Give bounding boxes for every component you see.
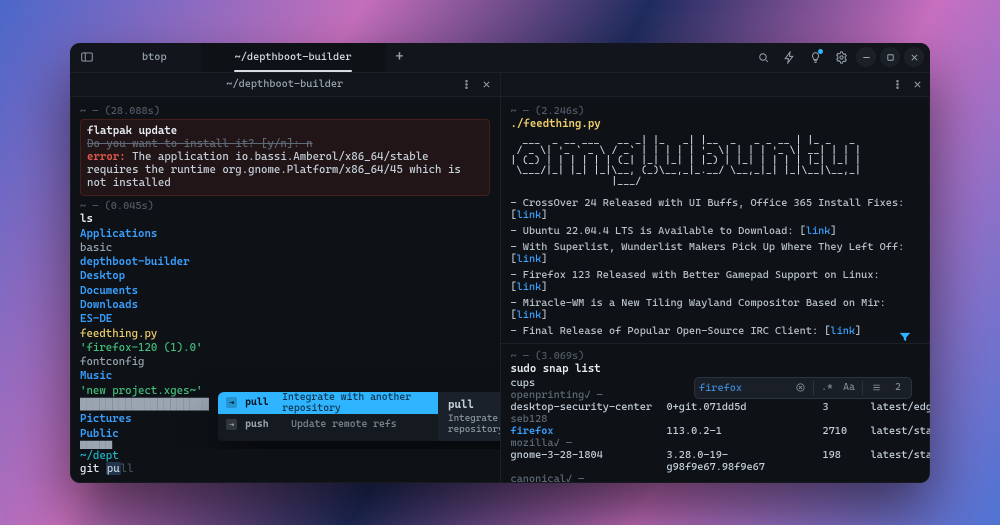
feed-line: - Ubuntu 22.04.4 LTS is Available to Dow… (511, 225, 921, 237)
command-text: ls (80, 212, 490, 225)
ls-entry: Downloads (80, 298, 490, 312)
filter-icon[interactable] (898, 330, 912, 347)
table-row: desktop-security-center0+git.071dd5d3lat… (511, 401, 921, 413)
divider (501, 343, 931, 344)
terminal-right[interactable]: ~ — (2.246s) ./feedthing.py ___ _ __ ___… (501, 97, 931, 483)
ls-entry: Desktop (80, 269, 490, 283)
table-row: gnome-3-28-18043.28.0-19-g98f9e67.98f9e6… (511, 449, 921, 473)
detail-title: pull (448, 398, 500, 411)
feed-link[interactable]: link (517, 209, 542, 221)
autocomplete-item[interactable]: ⇥pushUpdate remote refs (218, 414, 438, 436)
table-row: mozilla✓ — (511, 437, 921, 449)
ls-entry: feedthing.py (80, 327, 490, 341)
block-meta: ~ — (28.088s) (80, 105, 490, 117)
prompt-path: ~/dept (80, 449, 119, 462)
app-window: btop ~/depthboot-builder + ~/depthboot-b… (70, 43, 930, 483)
prompt-area[interactable]: ~/dept git pull (70, 449, 500, 483)
command-text: sudo snap list (511, 362, 921, 375)
ls-entry: ES-DE (80, 312, 490, 326)
terminal-left[interactable]: ~ — (28.088s) flatpak update Do you want… (70, 97, 500, 449)
feed-line: - CrossOver 24 Released with UI Buffs, O… (511, 197, 921, 221)
command-text: ./feedthing.py (511, 117, 921, 130)
autocomplete-popup: ⇥pullIntegrate with another repository⇥p… (218, 392, 500, 441)
block-meta: ~ — (2.246s) (511, 105, 921, 117)
tab-depthboot[interactable]: ~/depthboot-builder (201, 43, 386, 72)
pane-right: ~ — (2.246s) ./feedthing.py ___ _ __ ___… (501, 73, 931, 483)
case-toggle[interactable]: Aa (840, 379, 858, 397)
find-bar: .* Aa 2 (694, 377, 912, 399)
ls-entry: fontconfig (80, 355, 490, 369)
prompt-line: ~/dept (80, 449, 490, 462)
feed-link[interactable]: link (517, 309, 542, 321)
autocomplete-detail: pull Integrate with another repository (438, 392, 500, 441)
ascii-banner: ___ _ __ ___ __ _| |_ _| |__ _ _ _ __ | … (511, 136, 921, 187)
prompt-input-line[interactable]: git pull (80, 462, 490, 475)
tab-label: btop (142, 51, 167, 63)
lines-icon[interactable] (867, 379, 885, 397)
tab-btop[interactable]: btop (108, 43, 201, 72)
feed-link[interactable]: link (517, 253, 542, 265)
output-line: Do you want to install it? [y/n]: n (87, 137, 483, 150)
error-label: error: (87, 150, 126, 163)
regex-toggle[interactable]: .* (818, 379, 836, 397)
sidebar-toggle-icon[interactable] (76, 46, 98, 68)
block-meta: ~ — (3.069s) (511, 350, 921, 362)
pane-tabbar: ~/depthboot-builder (70, 73, 500, 97)
feed-line: - Miracle-WM is a New Tiling Wayland Com… (511, 297, 921, 321)
kebab-menu-icon[interactable] (888, 75, 906, 93)
command-text: flatpak update (87, 124, 483, 137)
new-tab-button[interactable]: + (386, 43, 414, 72)
feed-line: - Final Release of Popular Open-Source I… (511, 325, 921, 337)
table-row: seb128 (511, 413, 921, 425)
search-icon[interactable] (752, 46, 774, 68)
pane-left: ~/depthboot-builder ~ — (28.088s) flatpa… (70, 73, 501, 483)
feed-link[interactable]: link (517, 281, 542, 293)
feed-line: - With Superlist, Wunderlist Makers Pick… (511, 241, 921, 265)
gear-icon[interactable] (830, 46, 852, 68)
kebab-menu-icon[interactable] (458, 75, 476, 93)
table-row: canonical✓ — (511, 473, 921, 483)
close-pane-icon[interactable] (478, 75, 496, 93)
ls-entry: basic (80, 241, 490, 255)
titlebar: btop ~/depthboot-builder + (70, 43, 930, 73)
tab-label: ~/depthboot-builder (235, 51, 352, 63)
tab-strip: btop ~/depthboot-builder + (108, 43, 414, 72)
error-line: error: The application io.bassi.Amberol/… (87, 150, 483, 189)
ls-entry: Music (80, 369, 490, 383)
error-block: flatpak update Do you want to install it… (80, 119, 490, 196)
ls-entry: depthboot-builder (80, 255, 490, 269)
pane-tabbar (501, 73, 931, 97)
ls-entry: █████ (80, 441, 490, 449)
window-minimize-button[interactable] (856, 47, 876, 67)
match-count: 2 (889, 379, 907, 397)
autocomplete-item[interactable]: ⇥pullIntegrate with another repository (218, 392, 438, 414)
block-meta: ~ — (0.045s) (80, 200, 490, 212)
error-text: The application io.bassi.Amberol/x86_64/… (87, 150, 461, 189)
close-pane-icon[interactable] (908, 75, 926, 93)
feed-output: - CrossOver 24 Released with UI Buffs, O… (511, 197, 921, 337)
ls-entry: 'firefox-120 (1).0' (80, 341, 490, 355)
pane-tab-label: ~/depthboot-builder (226, 78, 343, 90)
ls-entry: Documents (80, 284, 490, 298)
feed-link[interactable]: link (806, 225, 831, 237)
ls-entry: Applications (80, 227, 490, 241)
hint-bulb-icon[interactable] (804, 46, 826, 68)
feed-line: - Firefox 123 Released with Better Gamep… (511, 269, 921, 293)
feed-link[interactable]: link (830, 325, 855, 337)
window-maximize-button[interactable] (880, 47, 900, 67)
bolt-icon[interactable] (778, 46, 800, 68)
snap-table: .* Aa 2 cups openprinting✓ —desktop-secu… (511, 377, 921, 483)
table-row: firefox113.0.2-12710latest/stable (511, 425, 921, 437)
window-close-button[interactable] (904, 47, 924, 67)
detail-desc: Integrate with another repository (448, 413, 500, 435)
find-input[interactable] (699, 382, 787, 394)
clear-icon[interactable] (791, 379, 809, 397)
autocomplete-list: ⇥pullIntegrate with another repository⇥p… (218, 392, 438, 441)
